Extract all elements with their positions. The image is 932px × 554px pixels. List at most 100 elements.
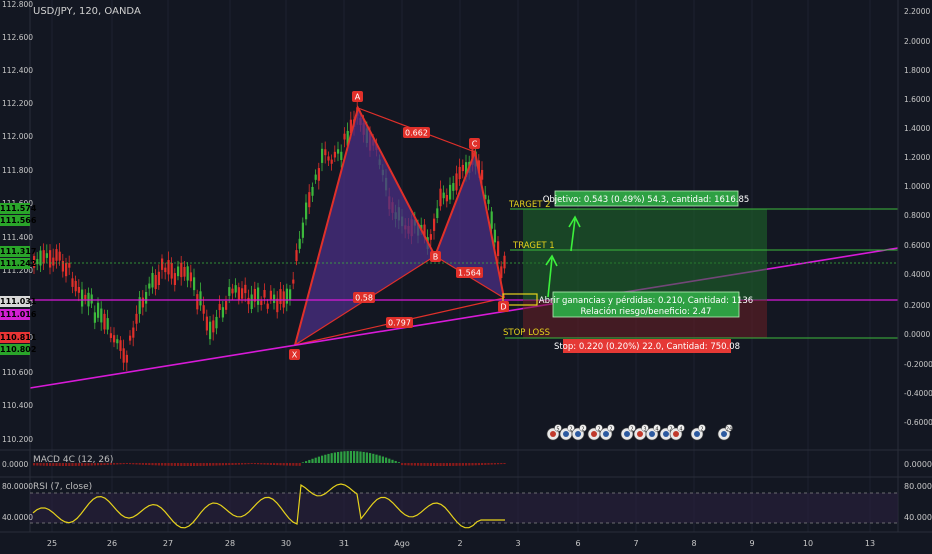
macd-bar — [340, 451, 343, 463]
candle-body — [244, 284, 247, 294]
candle-body — [199, 291, 202, 306]
time-axis-label: 25 — [47, 539, 57, 548]
time-axis-label: 10 — [803, 539, 813, 548]
time-axis-label: 7 — [633, 539, 638, 548]
macd-bar — [161, 463, 164, 466]
macd-bar — [282, 463, 285, 466]
point-x-label: X — [292, 351, 298, 360]
oscillator-axis-label: 0.2000 — [904, 301, 930, 310]
oscillator-axis-label: 0.6000 — [904, 241, 930, 250]
oscillator-axis-label: 1.0000 — [904, 182, 930, 191]
macd-bar — [465, 463, 468, 466]
price-axis-label: 112.600 — [2, 33, 33, 42]
event-count: 2 — [630, 427, 633, 433]
candle-body — [250, 294, 253, 310]
candle-body — [263, 289, 266, 298]
macd-bar — [490, 463, 493, 465]
macd-bar — [369, 453, 372, 463]
time-axis-label: 13 — [865, 539, 875, 548]
symbol-title[interactable]: USD/JPY, 120, OANDA — [33, 6, 141, 17]
price-axis-label: 112.200 — [2, 99, 33, 108]
candle-body — [436, 208, 439, 219]
time-axis-label: 9 — [749, 539, 754, 548]
macd-bar — [429, 463, 432, 466]
profit-zone — [523, 209, 767, 300]
price-axis-label: 110.600 — [2, 368, 33, 377]
time-axis[interactable]: 25 26 27 28 30 31 Ago 2 3 6 7 8 9 10 13 — [47, 539, 875, 548]
candle-body — [90, 294, 93, 304]
candle-body — [151, 272, 154, 288]
candle-body — [167, 260, 170, 275]
macd-bar — [279, 463, 282, 466]
time-axis-label: Ago — [394, 539, 410, 548]
candle-body — [308, 192, 311, 208]
candle-body — [135, 313, 138, 324]
point-b-label: B — [433, 253, 439, 262]
macd-bar — [189, 463, 192, 466]
price-axis-label: 110.400 — [2, 401, 33, 410]
macd-bar — [353, 451, 356, 463]
macd-axis-value: 0.0000 — [904, 460, 932, 469]
candle-body — [266, 303, 269, 309]
macd-bar — [410, 463, 413, 466]
oscillator-axis-label: -0.6000 — [904, 418, 932, 427]
macd-bar — [314, 457, 317, 463]
macd-bar — [484, 463, 487, 465]
candle-body — [455, 173, 458, 191]
candle-body — [228, 287, 231, 296]
macd-bar — [164, 463, 167, 466]
macd-indicator-label[interactable]: MACD 4C (12, 26) — [33, 455, 113, 465]
candle-body — [215, 316, 218, 329]
candle-body — [61, 260, 64, 272]
stop-text: Stop: 0.220 (0.20%) 22.0, Cantidad: 750.… — [554, 342, 740, 352]
candle-body — [205, 316, 208, 331]
candle-body — [433, 218, 436, 231]
price-tag: 111.016 — [0, 309, 37, 320]
main-chart-svg[interactable]: Objetivo: 0.543 (0.49%) 54.3, cantidad: … — [0, 0, 932, 550]
macd-bar — [199, 463, 202, 466]
price-axis-label: 111.800 — [2, 166, 33, 175]
macd-bar — [474, 463, 477, 466]
candle-body — [113, 335, 116, 343]
macd-bar — [423, 463, 426, 466]
event-count: 4 — [679, 427, 682, 433]
macd-bar — [173, 463, 176, 466]
oscillator-axis-label: 1.6000 — [904, 95, 930, 104]
candle-body — [487, 199, 490, 204]
candle-body — [93, 312, 96, 323]
candle-body — [42, 250, 45, 264]
candle-body — [170, 262, 173, 279]
ratio-xb-label: 0.58 — [355, 294, 373, 303]
oscillator-axis[interactable]: 2.2000 2.0000 1.8000 1.6000 1.4000 1.2000 1.00… — [904, 7, 932, 427]
rsi-indicator-label[interactable]: RSI (7, close) — [33, 482, 92, 492]
flag-emblem-icon — [637, 431, 643, 437]
stoploss-label: STOP LOSS — [503, 328, 550, 338]
candle-body — [45, 253, 48, 258]
macd-bar — [372, 453, 375, 463]
candle-body — [164, 267, 167, 273]
candle-body — [81, 289, 84, 307]
oscillator-axis-label: 1.8000 — [904, 66, 930, 75]
macd-bar — [196, 463, 199, 466]
candle-body — [49, 250, 52, 268]
time-axis-label: 27 — [163, 539, 173, 548]
ratio-bd-label: 1.564 — [458, 269, 481, 278]
ratio-xd-label: 0.797 — [388, 319, 411, 328]
macd-bar — [273, 463, 276, 466]
candle-body — [257, 287, 260, 305]
macd-bar — [317, 456, 320, 463]
candle-body — [247, 297, 250, 305]
price-tag: 110.802 — [0, 344, 37, 355]
macd-bar — [244, 463, 247, 465]
macd-bar — [442, 463, 445, 466]
macd-bar — [330, 453, 333, 463]
chart-workspace[interactable]: Objetivo: 0.543 (0.49%) 54.3, cantidad: … — [0, 0, 932, 550]
macd-bar — [481, 463, 484, 466]
price-axis-label: 112.800 — [2, 0, 33, 9]
macd-bar — [445, 463, 448, 466]
candle-body — [442, 192, 445, 199]
candle-body — [218, 304, 221, 311]
candle-body — [503, 255, 506, 269]
event-count: 4 — [655, 427, 658, 433]
flag-emblem-icon — [649, 431, 655, 437]
